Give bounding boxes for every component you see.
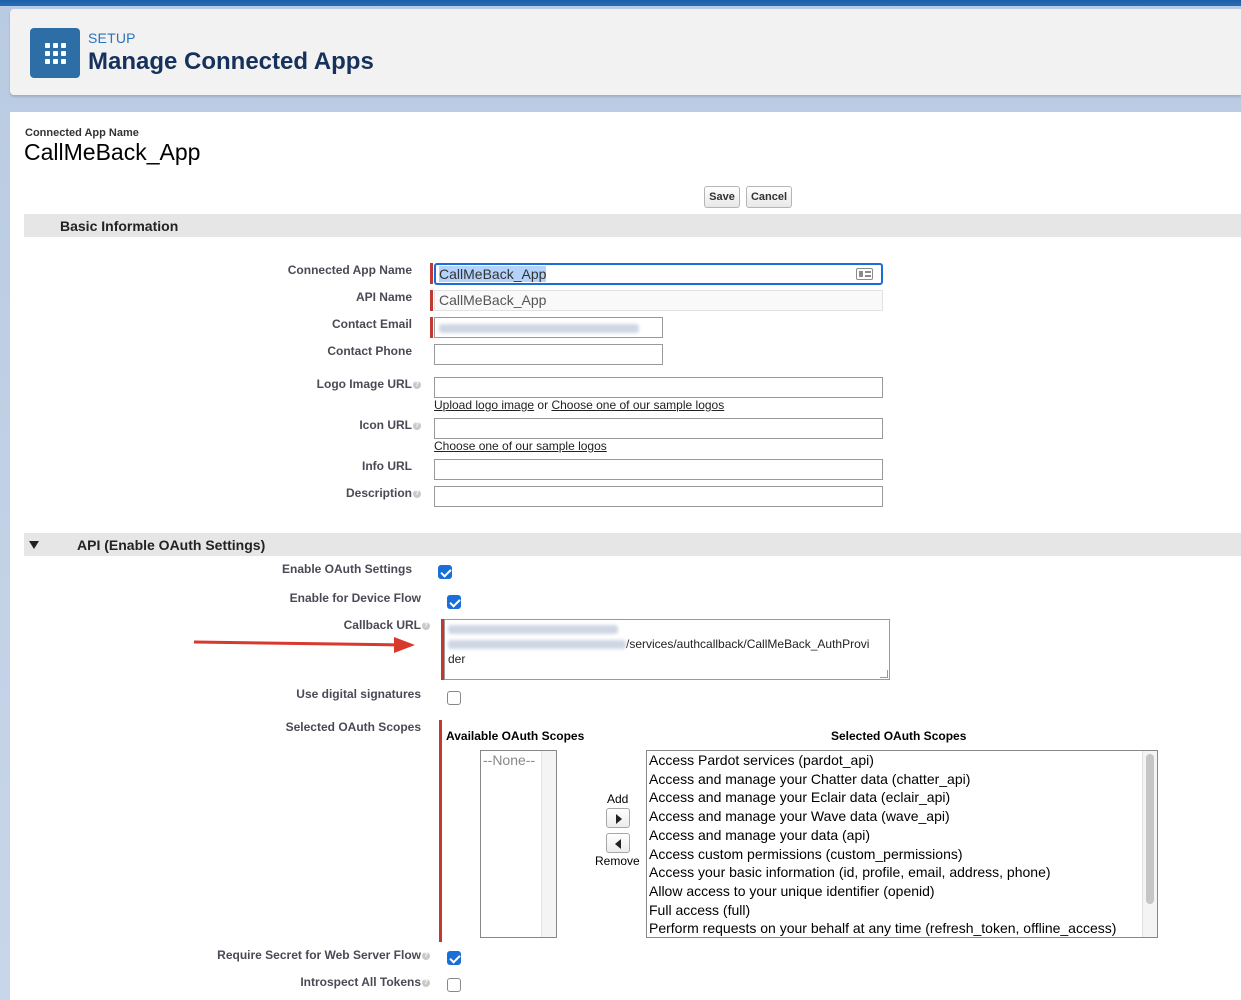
redacted-url bbox=[448, 640, 626, 650]
enable-oauth-checkbox[interactable] bbox=[438, 565, 452, 579]
left-arrow-icon bbox=[615, 839, 621, 849]
list-item[interactable]: Access custom permissions (custom_permis… bbox=[647, 845, 1157, 864]
callback-url-text: /services/authcallback/CallMeBack_AuthPr… bbox=[626, 637, 870, 651]
setup-label: SETUP bbox=[88, 30, 136, 46]
list-item[interactable]: Perform requests on your behalf at any t… bbox=[647, 919, 1157, 937]
page-title: Manage Connected Apps bbox=[88, 48, 374, 75]
required-indicator bbox=[439, 720, 442, 942]
available-scopes-header: Available OAuth Scopes bbox=[446, 729, 585, 743]
callback-url-textarea[interactable]: /services/authcallback/CallMeBack_AuthPr… bbox=[444, 619, 890, 680]
setup-header: SETUP Manage Connected Apps bbox=[10, 9, 1241, 95]
redacted-url bbox=[448, 625, 618, 635]
section-title: Basic Information bbox=[60, 218, 179, 234]
require-secret-checkbox[interactable] bbox=[447, 951, 461, 965]
required-indicator bbox=[430, 317, 433, 338]
record-type-label: Connected App Name bbox=[25, 127, 139, 139]
device-flow-label: Enable for Device Flow bbox=[289, 591, 421, 605]
device-flow-checkbox[interactable] bbox=[447, 595, 461, 609]
basic-info-section-header: Basic Information bbox=[24, 214, 1241, 237]
description-input[interactable] bbox=[434, 486, 883, 507]
scrollbar[interactable] bbox=[1142, 751, 1157, 937]
scroll-thumb[interactable] bbox=[1146, 754, 1154, 904]
list-item[interactable]: Access your basic information (id, profi… bbox=[647, 863, 1157, 882]
help-icon[interactable]: ? bbox=[413, 421, 421, 430]
callback-url-text-wrap: der bbox=[448, 652, 466, 666]
info-url-label: Info URL bbox=[362, 459, 412, 473]
api-name-input[interactable]: CallMeBack_App bbox=[434, 290, 883, 311]
save-button[interactable]: Save bbox=[704, 186, 740, 208]
section-title: API (Enable OAuth Settings) bbox=[77, 537, 266, 553]
help-icon[interactable]: ? bbox=[422, 621, 430, 630]
help-icon[interactable]: ? bbox=[413, 489, 421, 498]
edit-form: Connected App Name CallMeBack_App Save C… bbox=[10, 112, 1241, 1000]
redacted-email bbox=[439, 323, 639, 333]
required-indicator bbox=[430, 290, 433, 311]
list-item[interactable]: Allow access to your unique identifier (… bbox=[647, 882, 1157, 901]
icon-url-input[interactable] bbox=[434, 418, 883, 439]
add-label: Add bbox=[607, 792, 629, 806]
info-url-input[interactable] bbox=[434, 459, 883, 480]
sample-logos-link[interactable]: Choose one of our sample logos bbox=[551, 398, 724, 412]
app-launcher-grid-icon bbox=[30, 28, 80, 78]
help-icon[interactable]: ? bbox=[413, 380, 421, 389]
selected-scopes-header: Selected OAuth Scopes bbox=[831, 729, 967, 743]
list-item[interactable]: Access and manage your data (api) bbox=[647, 826, 1157, 845]
list-item[interactable]: Access Pardot services (pardot_api) bbox=[647, 751, 1157, 770]
oauth-section-header[interactable]: API (Enable OAuth Settings) bbox=[24, 533, 1241, 556]
selected-oauth-scopes-label: Selected OAuth Scopes bbox=[285, 720, 421, 734]
contact-phone-input[interactable] bbox=[434, 344, 663, 365]
require-secret-label: Require Secret for Web Server Flow? bbox=[217, 948, 430, 962]
contact-email-input[interactable] bbox=[434, 317, 663, 338]
list-item[interactable]: Access and manage your Chatter data (cha… bbox=[647, 770, 1157, 789]
help-icon[interactable]: ? bbox=[422, 978, 430, 987]
connected-app-name-input[interactable]: CallMeBack_App bbox=[434, 263, 883, 285]
upload-logo-link[interactable]: Upload logo image bbox=[434, 398, 534, 412]
icon-url-label: Icon URL? bbox=[359, 418, 421, 432]
callback-url-label: Callback URL? bbox=[343, 618, 430, 632]
digital-signatures-label: Use digital signatures bbox=[296, 687, 421, 701]
icon-sample-logos-link[interactable]: Choose one of our sample logos bbox=[434, 439, 607, 453]
or-text: or bbox=[537, 398, 549, 412]
contact-card-icon[interactable] bbox=[856, 268, 873, 280]
right-arrow-icon bbox=[616, 814, 622, 824]
introspect-tokens-label: Introspect All Tokens? bbox=[300, 975, 430, 989]
contact-email-label: Contact Email bbox=[331, 317, 412, 331]
collapse-triangle-icon[interactable] bbox=[29, 541, 39, 549]
description-label: Description? bbox=[345, 486, 421, 500]
record-name: CallMeBack_App bbox=[24, 139, 201, 165]
selected-scopes-listbox[interactable]: Access Pardot services (pardot_api) Acce… bbox=[646, 750, 1158, 938]
cancel-button[interactable]: Cancel bbox=[746, 186, 792, 208]
logo-links: Upload logo image or Choose one of our s… bbox=[434, 398, 724, 412]
contact-phone-label: Contact Phone bbox=[327, 344, 412, 358]
remove-label: Remove bbox=[595, 854, 640, 868]
api-name-label: API Name bbox=[355, 290, 412, 304]
list-item[interactable]: Access and manage your Eclair data (ecla… bbox=[647, 788, 1157, 807]
scrollbar[interactable] bbox=[541, 751, 556, 937]
enable-oauth-label: Enable OAuth Settings bbox=[281, 562, 412, 576]
list-item[interactable]: Full access (full) bbox=[647, 901, 1157, 920]
introspect-tokens-checkbox[interactable] bbox=[447, 978, 461, 992]
annotation-arrow-icon bbox=[193, 637, 415, 653]
add-button[interactable] bbox=[606, 808, 630, 828]
available-scopes-listbox[interactable]: --None-- bbox=[480, 750, 557, 938]
digital-signatures-checkbox[interactable] bbox=[447, 691, 461, 705]
help-icon[interactable]: ? bbox=[422, 951, 430, 960]
icon-links: Choose one of our sample logos bbox=[434, 439, 607, 453]
resize-handle-icon[interactable] bbox=[880, 670, 888, 678]
connected-app-name-label: Connected App Name bbox=[287, 263, 412, 277]
required-indicator bbox=[430, 263, 433, 284]
remove-button[interactable] bbox=[606, 833, 630, 853]
logo-image-url-input[interactable] bbox=[434, 377, 883, 398]
list-item[interactable]: Access and manage your Wave data (wave_a… bbox=[647, 807, 1157, 826]
logo-image-url-label: Logo Image URL? bbox=[316, 377, 421, 391]
connected-app-name-value: CallMeBack_App bbox=[439, 266, 547, 282]
